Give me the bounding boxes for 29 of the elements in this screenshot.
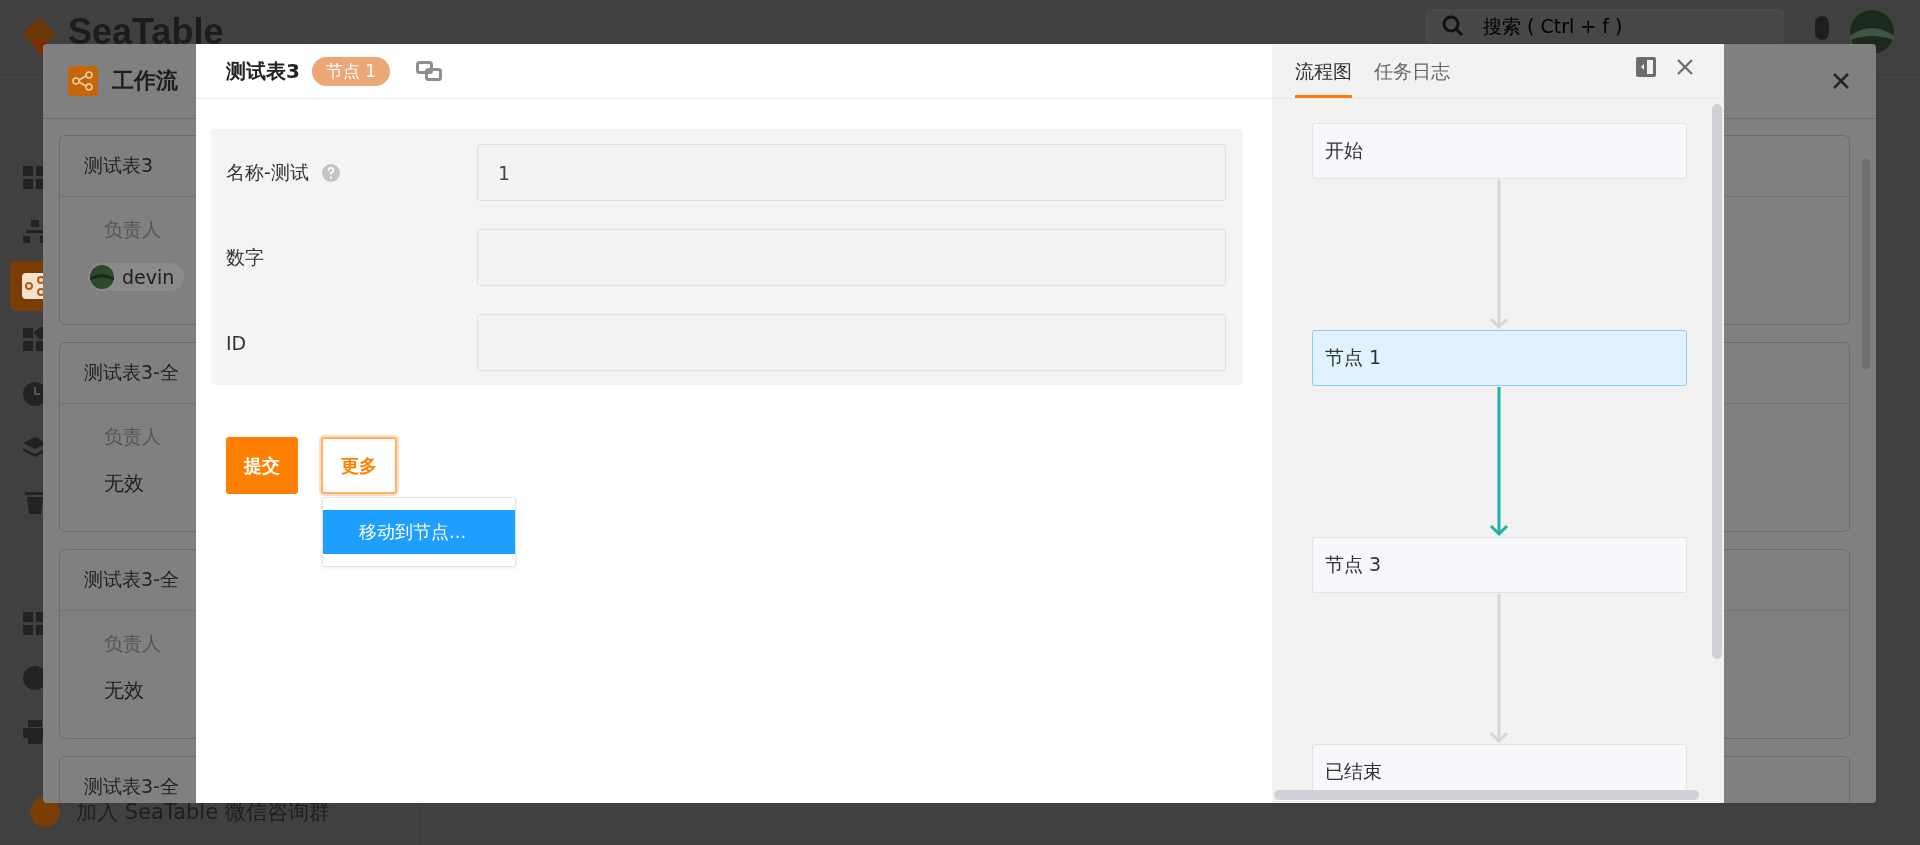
card-title: 测试表3-全 bbox=[84, 774, 179, 799]
modal-title: 工作流 bbox=[112, 67, 178, 95]
owner-value: 无效 bbox=[104, 470, 144, 497]
flow-node[interactable]: 节点 3 bbox=[1312, 537, 1687, 593]
text-field[interactable]: 1 bbox=[477, 144, 1226, 201]
field-label: 名称-测试 bbox=[226, 159, 309, 185]
card-title: 测试表3-全 bbox=[84, 360, 179, 385]
workflow-icon bbox=[68, 66, 98, 96]
scrollbar[interactable] bbox=[1274, 790, 1699, 800]
panel-toggle-icon[interactable] bbox=[1636, 57, 1656, 77]
node-badge: 节点 1 bbox=[311, 56, 391, 86]
close-icon[interactable] bbox=[1832, 72, 1850, 90]
user-name: devin bbox=[122, 266, 175, 288]
dialog-title: 测试表3 bbox=[226, 57, 300, 85]
flow-node[interactable]: 节点 1 bbox=[1312, 330, 1687, 386]
card-title: 测试表3 bbox=[84, 153, 154, 178]
avatar-icon bbox=[90, 265, 114, 289]
search-icon bbox=[1442, 15, 1464, 37]
card-title: 测试表3-全 bbox=[84, 567, 179, 592]
tab[interactable]: 任务日志 bbox=[1374, 59, 1450, 98]
field-label: 数字 bbox=[226, 244, 264, 270]
tab[interactable]: 流程图 bbox=[1295, 59, 1352, 98]
close-icon[interactable] bbox=[1676, 58, 1694, 76]
search-field[interactable]: 搜索 ( Ctrl + f ) bbox=[1426, 9, 1784, 43]
owner-value: 无效 bbox=[104, 677, 144, 704]
field-label: ID bbox=[226, 331, 247, 354]
link-icon[interactable] bbox=[416, 61, 443, 81]
scrollbar[interactable] bbox=[1712, 104, 1722, 659]
flow-node[interactable]: 开始 bbox=[1312, 123, 1687, 179]
